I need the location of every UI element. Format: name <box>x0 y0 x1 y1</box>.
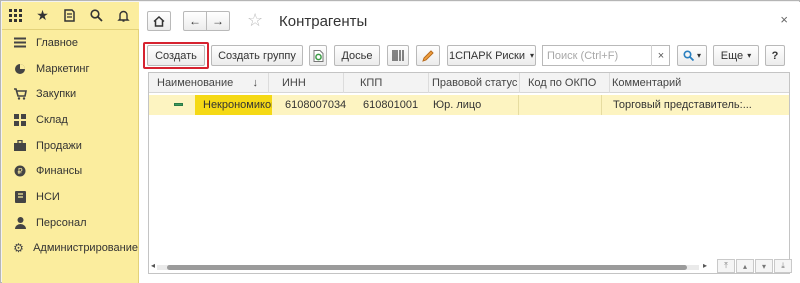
contractors-table: Наименование ↓ ИНН КПП Правовой статус К… <box>148 72 793 274</box>
sidebar-item-purchases[interactable]: Закупки <box>2 81 138 107</box>
edit-button[interactable] <box>416 45 440 66</box>
scrollbar-thumb[interactable] <box>167 265 687 270</box>
cell-comment[interactable]: Торговый представитель:... <box>605 95 787 115</box>
sidebar-item-reference-data[interactable]: НСИ <box>2 184 138 210</box>
back-button[interactable]: ← <box>183 11 207 31</box>
add-to-favorites-star-icon[interactable]: ☆ <box>247 10 263 31</box>
dossier-button[interactable]: Досье <box>334 45 380 66</box>
table-row[interactable]: Некрономикон 6108007034 610801001 Юр. ли… <box>149 95 789 115</box>
report-button[interactable] <box>387 45 409 66</box>
create-group-button[interactable]: Создать группу <box>211 45 303 66</box>
clear-search-icon[interactable]: × <box>651 45 670 66</box>
pie-chart-icon <box>13 62 27 76</box>
close-icon[interactable]: × <box>780 12 788 27</box>
refresh-button[interactable] <box>309 45 327 66</box>
sections-panel: Главное Маркетинг Закупки Склад Продажи … <box>2 30 139 283</box>
column-header-inn[interactable]: ИНН <box>274 73 344 93</box>
sidebar-item-label: Главное <box>36 36 79 49</box>
cell-kpp[interactable]: 610801001 <box>355 95 425 115</box>
svg-text:₽: ₽ <box>17 167 22 176</box>
column-header-label: Наименование <box>157 77 234 89</box>
search-options-button[interactable]: ▾ <box>677 45 707 66</box>
history-icon[interactable] <box>56 2 83 30</box>
scroll-left-arrow-icon[interactable]: ◂ <box>151 261 155 270</box>
sidebar-item-label: Закупки <box>36 88 77 101</box>
sidebar-item-label: Администрирование <box>33 242 138 255</box>
spark-risks-label: 1СПАРК Риски <box>448 49 526 62</box>
sidebar-item-label: Склад <box>36 113 68 126</box>
cell-legal-status[interactable]: Юр. лицо <box>425 95 517 115</box>
apps-grid-icon[interactable] <box>2 2 29 30</box>
more-label: Еще <box>720 49 744 62</box>
column-header-name[interactable]: Наименование ↓ <box>149 73 269 93</box>
home-icon <box>153 15 165 27</box>
cell-okpo[interactable] <box>518 95 602 115</box>
horizontal-scrollbar[interactable] <box>157 265 699 270</box>
chevron-down-icon: ▾ <box>747 51 752 60</box>
sidebar-item-label: Маркетинг <box>36 62 90 75</box>
help-button[interactable]: ? <box>765 45 785 66</box>
refresh-document-icon <box>313 49 323 62</box>
main-form: ← → ☆ Контрагенты × Создать Создать груп… <box>139 2 800 283</box>
column-header-comment[interactable]: Комментарий <box>604 73 789 93</box>
book-icon <box>13 190 27 204</box>
page-up-icon[interactable]: ▴ <box>736 259 754 273</box>
pencil-icon <box>422 49 434 62</box>
go-to-first-icon[interactable]: ⤒ <box>717 259 735 273</box>
sidebar-item-label: Финансы <box>36 165 83 178</box>
briefcase-icon <box>13 139 27 153</box>
sidebar-item-warehouse[interactable]: Склад <box>2 107 138 133</box>
function-icon-bar: ★ <box>2 2 139 30</box>
table-header: Наименование ↓ ИНН КПП Правовой статус К… <box>149 73 789 93</box>
page-down-icon[interactable]: ▾ <box>755 259 773 273</box>
gear-icon: ⚙ <box>13 241 24 256</box>
arrow-left-icon: ← <box>189 14 201 28</box>
cart-icon <box>13 87 27 101</box>
sidebar-item-administration[interactable]: ⚙ Администрирование <box>2 236 138 262</box>
sidebar-item-label: НСИ <box>36 190 60 203</box>
app-window: ★ Главное Маркетинг Закупки Склад Продаж… <box>0 0 800 283</box>
more-button[interactable]: Еще ▾ <box>713 45 759 66</box>
column-header-legal-status[interactable]: Правовой статус <box>424 73 520 93</box>
search-icon[interactable] <box>83 2 110 30</box>
barcode-icon <box>391 50 404 61</box>
cell-inn[interactable]: 6108007034 <box>277 95 349 115</box>
forward-button[interactable]: → <box>206 11 230 31</box>
create-button[interactable]: Создать <box>147 45 205 66</box>
menu-lines-icon <box>13 36 27 50</box>
list-navigation: ⤒ ▴ ▾ ⤓ <box>717 259 793 273</box>
ruble-coin-icon: ₽ <box>13 164 27 178</box>
chevron-down-icon: ▾ <box>530 51 535 60</box>
form-titlebar: ← → ☆ Контрагенты × <box>139 2 800 40</box>
column-header-okpo[interactable]: Код по ОКПО <box>520 73 610 93</box>
column-header-kpp[interactable]: КПП <box>352 73 429 93</box>
command-bar: Создать Создать группу Досье 1СПАРК Риск… <box>139 42 800 70</box>
sort-arrow-icon: ↓ <box>252 77 259 89</box>
scroll-right-arrow-icon[interactable]: ▸ <box>703 261 707 270</box>
bell-icon[interactable] <box>110 2 137 30</box>
sidebar-item-label: Продажи <box>36 139 82 152</box>
person-icon <box>13 216 27 230</box>
cell-name[interactable]: Некрономикон <box>195 95 272 115</box>
item-marker-icon <box>174 103 183 106</box>
warehouse-icon <box>13 113 27 127</box>
sidebar-item-sales[interactable]: Продажи <box>2 133 138 159</box>
sidebar-item-label: Персонал <box>36 216 87 229</box>
sidebar-item-finance[interactable]: ₽ Финансы <box>2 158 138 184</box>
sidebar-item-personnel[interactable]: Персонал <box>2 210 138 236</box>
home-button[interactable] <box>147 11 171 31</box>
favorites-star-icon[interactable]: ★ <box>29 2 56 30</box>
search-icon <box>683 50 694 61</box>
page-title: Контрагенты <box>279 13 368 30</box>
sidebar-item-main[interactable]: Главное <box>2 30 138 56</box>
go-to-last-icon[interactable]: ⤓ <box>774 259 792 273</box>
sidebar-item-marketing[interactable]: Маркетинг <box>2 56 138 82</box>
spark-risks-dropdown[interactable]: 1СПАРК Риски ▾ <box>447 45 536 66</box>
arrow-right-icon: → <box>212 14 224 28</box>
chevron-down-icon: ▾ <box>696 51 701 60</box>
